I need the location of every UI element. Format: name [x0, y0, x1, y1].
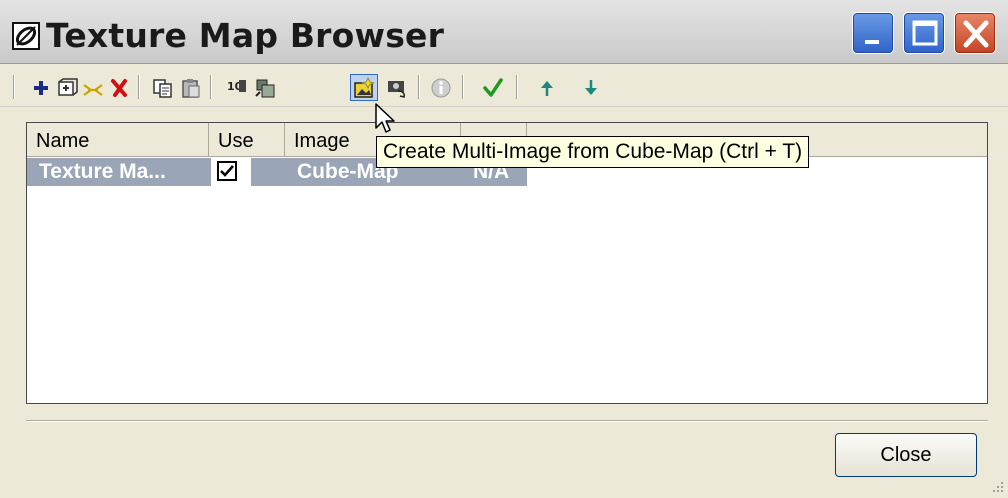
title-bar: Texture Map Browser	[0, 0, 1008, 64]
row-use-cell	[251, 158, 287, 186]
numbering-icon[interactable]: 10	[226, 77, 248, 99]
checkmark-icon[interactable]	[482, 77, 504, 99]
maximize-button[interactable]	[903, 12, 945, 54]
arrow-down-icon[interactable]	[580, 77, 602, 99]
paste-icon[interactable]	[180, 77, 202, 99]
copy-icon[interactable]	[152, 77, 174, 99]
arrow-up-icon[interactable]	[536, 77, 558, 99]
delete-x-icon[interactable]	[108, 77, 130, 99]
toolbar-grip[interactable]	[13, 75, 15, 99]
toolbar-separator	[462, 75, 464, 99]
use-checkbox[interactable]	[217, 161, 237, 181]
toolbar: 10	[0, 67, 1008, 107]
cube-map-icon[interactable]	[254, 77, 276, 99]
maximize-icon	[912, 20, 938, 46]
link-icon[interactable]	[82, 77, 104, 99]
mouse-cursor-icon	[375, 103, 395, 133]
divider	[26, 420, 988, 422]
close-icon	[963, 20, 989, 48]
column-header-use[interactable]: Use	[209, 123, 285, 157]
toolbar-separator	[516, 75, 518, 99]
import-cube-icon[interactable]	[56, 77, 78, 99]
minimize-button[interactable]	[852, 12, 894, 54]
window-title: Texture Map Browser	[46, 16, 445, 55]
tooltip: Create Multi-Image from Cube-Map (Ctrl +…	[376, 136, 810, 168]
check-icon	[220, 165, 234, 177]
toolbar-separator	[210, 75, 212, 99]
row-name-cell: Texture Ma...	[27, 158, 211, 186]
close-window-button[interactable]	[954, 12, 996, 54]
toolbar-separator	[418, 75, 420, 99]
resize-grip-icon[interactable]	[986, 476, 1006, 496]
camera-icon[interactable]	[386, 77, 408, 99]
plus-icon[interactable]	[30, 77, 52, 99]
multi-image-icon[interactable]	[353, 77, 375, 99]
app-logo-icon	[12, 22, 40, 50]
column-header-name[interactable]: Name	[27, 123, 209, 157]
minimize-icon	[865, 40, 879, 44]
close-button[interactable]: Close	[835, 433, 977, 477]
toolbar-separator	[138, 75, 140, 99]
info-icon[interactable]	[430, 77, 452, 99]
